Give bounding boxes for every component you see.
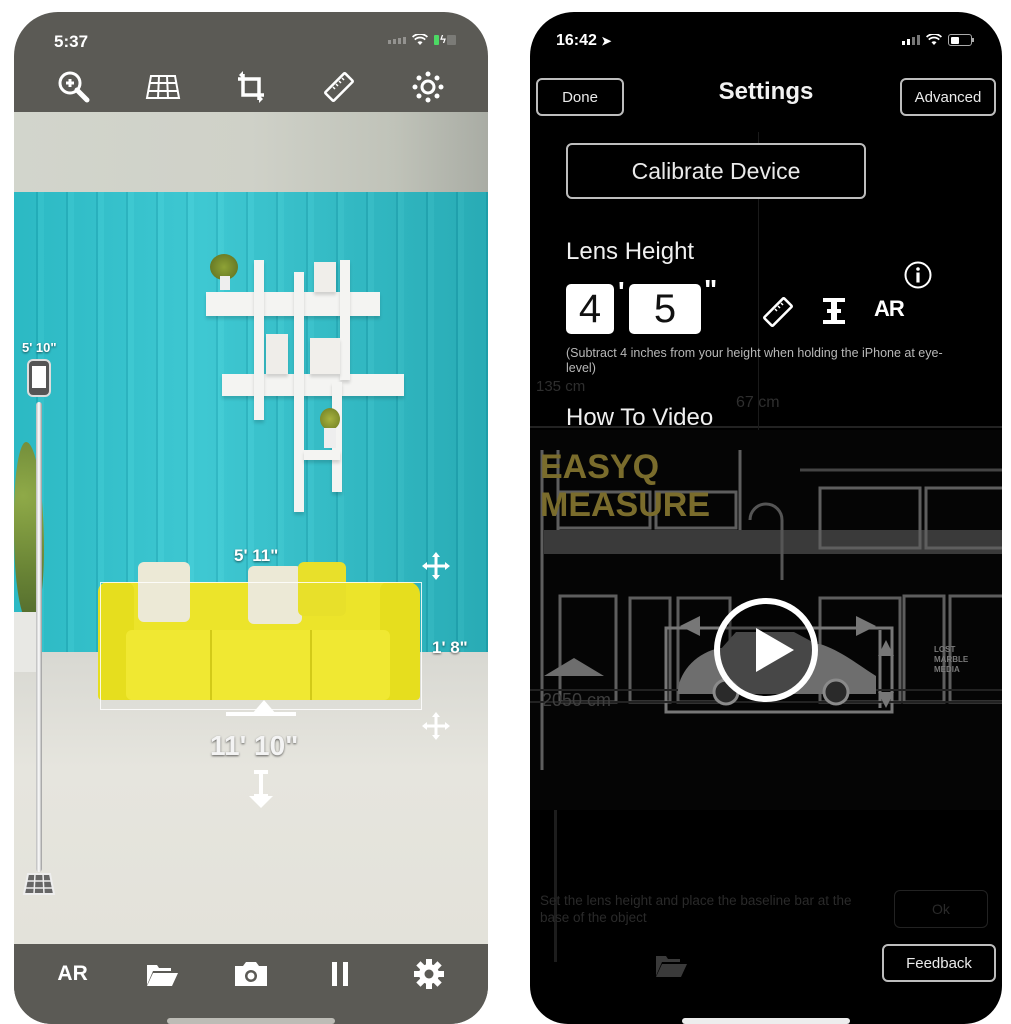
- grid-button[interactable]: [143, 67, 183, 107]
- brightness-button[interactable]: [408, 67, 448, 107]
- video-brand-line1: EASYQ: [540, 448, 659, 486]
- pause-icon: [332, 962, 349, 986]
- advanced-button[interactable]: Advanced: [900, 78, 996, 116]
- ruler-icon: [324, 72, 355, 102]
- zoom-in-button[interactable]: [54, 67, 94, 107]
- lens-height-inches-input[interactable]: 5: [629, 284, 701, 334]
- wifi-icon: [412, 34, 429, 45]
- phone-icon[interactable]: [26, 358, 52, 398]
- lens-height-label: Lens Height: [566, 238, 695, 265]
- info-icon[interactable]: [903, 260, 933, 290]
- camera-button[interactable]: [229, 954, 273, 994]
- ghost-folder-icon: [656, 956, 687, 977]
- ar-mode-button[interactable]: AR: [874, 296, 905, 322]
- brightness-icon: [412, 71, 444, 103]
- signal-icon: [388, 36, 407, 44]
- location-arrow-icon: ➤: [601, 34, 612, 48]
- video-watermark-line3: MEDIA: [934, 665, 960, 674]
- grid-icon: [145, 75, 180, 99]
- status-bar: 5:37 ϟ: [14, 12, 488, 62]
- status-bar: 16:42 ➤: [530, 12, 1002, 62]
- folder-icon: [146, 965, 178, 986]
- move-handle-top-icon[interactable]: [422, 552, 450, 580]
- ar-label: AR: [57, 962, 88, 985]
- ghost-height-label: 135 cm: [536, 378, 586, 395]
- drag-down-arrow-icon[interactable]: [244, 770, 278, 810]
- home-indicator[interactable]: [682, 1018, 850, 1024]
- battery-charging-icon: ϟ: [434, 34, 456, 46]
- settings-screen: 16:42 ➤ 135 cm 67 cm Set the lens height…: [530, 12, 1002, 1024]
- open-folder-button[interactable]: [140, 954, 184, 994]
- signal-icon: [902, 35, 920, 45]
- lens-height-ruler[interactable]: [36, 402, 42, 872]
- settings-gear-icon: [414, 959, 445, 989]
- feet-mark: ': [618, 276, 625, 307]
- ar-button[interactable]: AR: [51, 954, 95, 994]
- crop-rotate-icon: [237, 71, 264, 103]
- video-brand-line2: MEASURE: [540, 486, 710, 524]
- ceiling: [14, 112, 488, 192]
- measurement-box[interactable]: [100, 582, 422, 710]
- ghost-width-label: 67 cm: [736, 394, 780, 411]
- home-indicator[interactable]: [167, 1018, 335, 1024]
- how-to-video-label: How To Video: [566, 404, 714, 431]
- top-toolbar: [14, 62, 488, 112]
- ground-grid-icon[interactable]: [22, 872, 56, 898]
- distance-measurement: 11' 10": [210, 730, 299, 761]
- status-time: 16:42 ➤: [556, 32, 612, 49]
- play-video-button[interactable]: [714, 598, 818, 702]
- plant-pot: [14, 612, 38, 672]
- settings-button[interactable]: [407, 954, 451, 994]
- bottom-toolbar: AR: [14, 944, 488, 1024]
- lens-height-feet-input[interactable]: 4: [566, 284, 614, 334]
- ruler-mode-icon[interactable]: [762, 296, 794, 328]
- crop-rotate-button[interactable]: [231, 67, 271, 107]
- ghost-ok-button: Ok: [894, 890, 988, 928]
- feedback-button[interactable]: Feedback: [882, 944, 996, 982]
- lens-height-measurement: 5' 10": [22, 340, 57, 355]
- camera-view[interactable]: 5' 11" 1' 8" 11' 10" 5' 10": [14, 112, 488, 944]
- video-watermark-line1: LOST: [934, 645, 955, 654]
- ghost-hint-text: Set the lens height and place the baseli…: [540, 893, 852, 925]
- measure-camera-screen: 5:37 ϟ 5' 11" 1' 8" 11' 10" 5' 10" AR: [14, 12, 488, 1024]
- calibrate-device-button[interactable]: Calibrate Device: [566, 143, 866, 199]
- zoom-in-icon: [58, 71, 90, 103]
- ruler-button[interactable]: [319, 67, 359, 107]
- move-handle-bottom-icon[interactable]: [422, 712, 450, 740]
- height-mode-icon[interactable]: [820, 296, 848, 326]
- inches-mark: ": [704, 274, 718, 305]
- pause-button[interactable]: [318, 954, 362, 994]
- height-measurement: 1' 8": [432, 638, 468, 657]
- camera-icon: [234, 962, 267, 986]
- status-time: 5:37: [54, 32, 89, 51]
- video-watermark-line2: MARBLE: [934, 655, 969, 664]
- wifi-icon: [926, 34, 942, 45]
- lens-height-hint: (Subtract 4 inches from your height when…: [566, 346, 943, 375]
- width-measurement: 5' 11": [234, 546, 279, 565]
- video-distance-label: 2050 cm: [542, 690, 611, 710]
- battery-icon: [948, 34, 974, 46]
- baseline-marker[interactable]: [252, 700, 276, 714]
